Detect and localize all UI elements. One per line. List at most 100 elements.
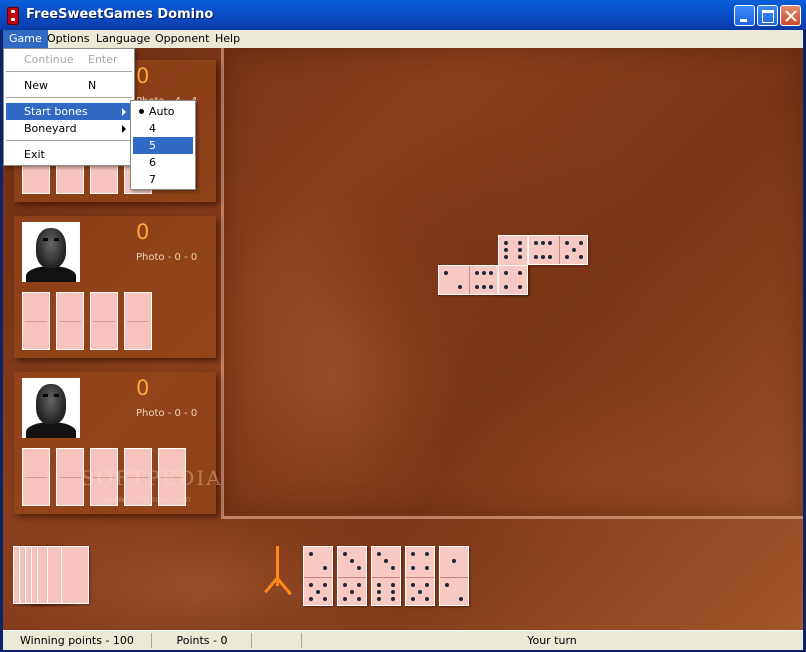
- domino-pip: [504, 255, 508, 259]
- domino-pip: [425, 583, 429, 587]
- domino-pip: [316, 590, 320, 594]
- menu-options[interactable]: Options: [41, 30, 95, 48]
- menu-new[interactable]: New N: [6, 77, 132, 94]
- domino-pip: [504, 285, 508, 289]
- menu-help[interactable]: Help: [209, 30, 246, 48]
- domino-pip: [323, 566, 327, 570]
- status-turn: Your turn: [527, 634, 577, 647]
- menu-boneyard[interactable]: Boneyard: [6, 120, 132, 137]
- hidden-tile: [56, 292, 84, 350]
- watermark-url: www.softpedia.com: [103, 495, 191, 505]
- menu-opponent[interactable]: Opponent: [149, 30, 215, 48]
- app-window: FreeSweetGames Domino Game Options Langu…: [0, 0, 806, 652]
- domino-pip: [357, 583, 361, 587]
- start-bones-option-4[interactable]: 4: [133, 120, 193, 137]
- domino-pip: [425, 566, 429, 570]
- domino-pip: [518, 248, 522, 252]
- player-domino[interactable]: [337, 546, 367, 606]
- domino-pip: [565, 241, 569, 245]
- domino-pip: [565, 255, 569, 259]
- minimize-icon: [740, 19, 747, 22]
- opponent-panel-2: 0 Photo - 0 - 0: [14, 216, 216, 358]
- domino-pip: [452, 559, 456, 563]
- domino-pip: [343, 597, 347, 601]
- domino-pip: [534, 241, 538, 245]
- menu-exit[interactable]: Exit: [6, 146, 132, 163]
- window-title: FreeSweetGames Domino: [26, 7, 214, 22]
- board-domino: [528, 235, 588, 265]
- maximize-icon: [762, 10, 774, 23]
- domino-pip: [475, 271, 479, 275]
- hidden-tile: [56, 448, 84, 506]
- start-bones-option-5[interactable]: 5: [133, 137, 193, 154]
- domino-pip: [323, 597, 327, 601]
- player-domino[interactable]: [405, 546, 435, 606]
- domino-pip: [482, 271, 486, 275]
- minimize-button[interactable]: [734, 5, 755, 26]
- domino-pip: [489, 285, 493, 289]
- status-bar: Winning points - 100 Points - 0 Your tur…: [3, 630, 803, 650]
- hidden-tile: [124, 292, 152, 350]
- domino-pip: [548, 241, 552, 245]
- domino-pip: [518, 285, 522, 289]
- domino-pip: [377, 552, 381, 556]
- opponent-score: 0: [136, 220, 150, 244]
- domino-pip: [384, 559, 388, 563]
- opponent-score: 0: [136, 376, 150, 400]
- menu-continue: Continue Enter: [24, 53, 118, 66]
- domino-pip: [411, 583, 415, 587]
- domino-pip: [411, 552, 415, 556]
- domino-pip: [445, 583, 449, 587]
- domino-pip: [482, 285, 486, 289]
- domino-pip: [518, 241, 522, 245]
- close-button[interactable]: [780, 5, 801, 26]
- domino-app-icon[interactable]: [7, 7, 19, 25]
- maximize-button[interactable]: [757, 5, 778, 26]
- domino-pip: [579, 255, 583, 259]
- board-domino: [498, 265, 528, 295]
- hidden-tile: [22, 292, 50, 350]
- player-domino[interactable]: [439, 546, 469, 606]
- title-bar[interactable]: FreeSweetGames Domino: [0, 0, 806, 30]
- boneyard-stack[interactable]: [13, 546, 91, 606]
- domino-pip: [579, 241, 583, 245]
- domino-pip: [343, 583, 347, 587]
- game-menu-dropdown: Continue Enter New N Start bones Boneyar…: [3, 48, 135, 166]
- domino-pip: [418, 590, 422, 594]
- domino-pip: [357, 566, 361, 570]
- status-points: Points - 0: [153, 633, 252, 648]
- menu-language[interactable]: Language: [90, 30, 156, 48]
- start-bones-option-6[interactable]: 6: [133, 154, 193, 171]
- hidden-tile: [90, 292, 118, 350]
- domino-pip: [518, 271, 522, 275]
- turn-arrow-icon: [264, 546, 292, 596]
- player-domino[interactable]: [371, 546, 401, 606]
- opponent-score: 0: [136, 64, 150, 88]
- domino-pip: [357, 597, 361, 601]
- domino-pip: [391, 583, 395, 587]
- hidden-tile: [22, 448, 50, 506]
- domino-pip: [350, 590, 354, 594]
- domino-pip: [411, 566, 415, 570]
- submenu-arrow-icon: [122, 125, 126, 133]
- domino-pip: [391, 590, 395, 594]
- menu-start-bones[interactable]: Start bones: [6, 103, 132, 120]
- domino-pip: [572, 248, 576, 252]
- domino-pip: [391, 566, 395, 570]
- status-winning-points: Winning points - 100: [3, 633, 152, 648]
- start-bones-option-7[interactable]: 7: [133, 171, 193, 188]
- domino-pip: [343, 552, 347, 556]
- domino-pip: [391, 597, 395, 601]
- domino-pip: [309, 552, 313, 556]
- domino-pip: [518, 255, 522, 259]
- domino-pip: [350, 559, 354, 563]
- board-domino: [438, 265, 498, 295]
- domino-pip: [541, 255, 545, 259]
- domino-pip: [377, 597, 381, 601]
- start-bones-option-auto[interactable]: Auto: [133, 103, 193, 120]
- domino-pip: [534, 255, 538, 259]
- domino-pip: [541, 241, 545, 245]
- radio-selected-icon: [139, 109, 144, 114]
- domino-pip: [425, 552, 429, 556]
- player-domino[interactable]: [303, 546, 333, 606]
